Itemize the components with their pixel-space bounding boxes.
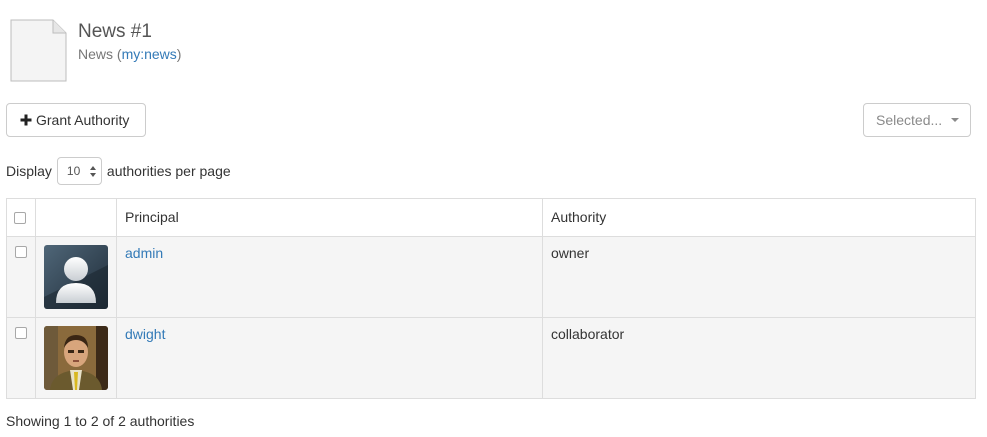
grant-authority-button[interactable]: Grant Authority <box>6 103 146 137</box>
row-select-cell <box>6 236 36 318</box>
row-checkbox[interactable] <box>15 246 27 258</box>
select-all-header <box>6 198 36 237</box>
page-size-value: 10 <box>66 164 81 178</box>
page-size-control: Display 10 authorities per page <box>6 157 231 185</box>
caret-down-icon <box>951 118 960 122</box>
subtitle-suffix: ) <box>176 46 182 62</box>
grant-authority-label: Grant Authority <box>36 112 130 128</box>
subtitle-prefix: News ( <box>78 46 122 62</box>
table-info: Showing 1 to 2 of 2 authorities <box>6 413 195 429</box>
authorities-table: Principal Authority admin owner dwight c… <box>6 198 976 399</box>
plus-icon <box>20 114 32 126</box>
page-title: News #1 <box>78 21 152 42</box>
table-header-row: Principal Authority <box>6 198 976 237</box>
principal-link[interactable]: dwight <box>125 326 165 342</box>
default-user-avatar[interactable] <box>44 245 108 309</box>
node-type-link[interactable]: my:news <box>122 46 177 62</box>
table-row: admin owner <box>6 236 976 318</box>
principal-cell: admin <box>116 236 543 318</box>
authority-cell: owner <box>542 236 976 318</box>
selected-actions-label: Selected... <box>876 112 943 128</box>
selected-actions-dropdown[interactable]: Selected... <box>863 103 971 137</box>
principal-header[interactable]: Principal <box>116 198 543 237</box>
authority-header[interactable]: Authority <box>542 198 976 237</box>
user-photo-avatar[interactable] <box>44 326 108 390</box>
row-checkbox[interactable] <box>15 327 27 339</box>
per-page-label: authorities per page <box>106 163 231 179</box>
avatar-cell <box>35 236 117 318</box>
principal-cell: dwight <box>116 317 543 399</box>
select-all-checkbox[interactable] <box>14 212 26 224</box>
select-arrows-icon <box>89 166 96 177</box>
avatar-cell <box>35 317 117 399</box>
principal-link[interactable]: admin <box>125 245 163 261</box>
display-label: Display <box>6 163 52 179</box>
table-row: dwight collaborator <box>6 317 976 399</box>
authority-cell: collaborator <box>542 317 976 399</box>
document-icon <box>10 19 67 82</box>
avatar-header <box>35 198 117 237</box>
row-select-cell <box>6 317 36 399</box>
page-size-select[interactable]: 10 <box>56 157 102 185</box>
page-subtitle: News (my:news) <box>78 45 181 63</box>
